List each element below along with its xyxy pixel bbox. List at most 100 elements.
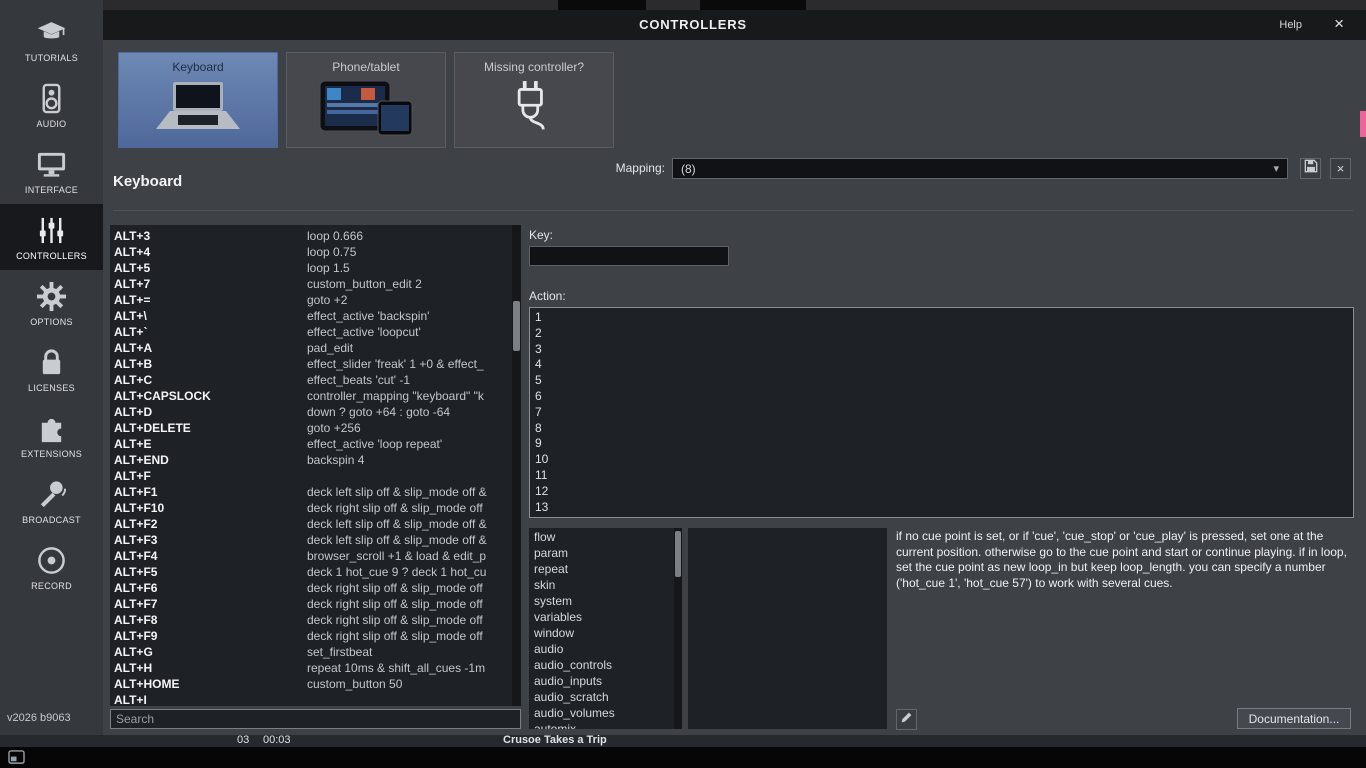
shortcut-row[interactable]: ALT+Ceffect_beats 'cut' -1 bbox=[110, 372, 512, 388]
shortcut-key: ALT+F bbox=[114, 468, 307, 484]
category-item[interactable]: system bbox=[529, 593, 674, 609]
shortcut-action: effect_active 'loopcut' bbox=[307, 325, 421, 339]
titlebar: CONTROLLERS Help × bbox=[103, 10, 1366, 40]
shortcut-row[interactable]: ALT+F1deck left slip off & slip_mode off… bbox=[110, 484, 512, 500]
category-item[interactable]: skin bbox=[529, 577, 674, 593]
shortcut-action: deck left slip off & slip_mode off & bbox=[307, 533, 487, 547]
shortcut-row[interactable]: ALT+DELETEgoto +256 bbox=[110, 420, 512, 436]
sidebar-item-label: BROADCAST bbox=[22, 515, 81, 525]
category-item[interactable]: variables bbox=[529, 609, 674, 625]
category-item[interactable]: audio_volumes bbox=[529, 705, 674, 721]
shortcut-row[interactable]: ALT+F8deck right slip off & slip_mode of… bbox=[110, 612, 512, 628]
category-item[interactable]: repeat bbox=[529, 561, 674, 577]
shortcut-row[interactable]: ALT+F4browser_scroll +1 & load & edit_p bbox=[110, 548, 512, 564]
shortcut-row[interactable]: ALT+=goto +2 bbox=[110, 292, 512, 308]
shortcut-row[interactable]: ALT+Gset_firstbeat bbox=[110, 644, 512, 660]
shortcut-row[interactable]: ALT+Hrepeat 10ms & shift_all_cues -1m bbox=[110, 660, 512, 676]
tab-missing-controller[interactable]: Missing controller? bbox=[454, 52, 614, 148]
sidebar-item-licenses[interactable]: LICENSES bbox=[0, 336, 103, 402]
action-label: Action: bbox=[529, 289, 566, 303]
shortcut-row[interactable]: ALT+ENDbackspin 4 bbox=[110, 452, 512, 468]
category-list-scrollbar[interactable] bbox=[674, 528, 682, 729]
shortcut-row[interactable]: ALT+3loop 0.666 bbox=[110, 228, 512, 244]
shortcut-row[interactable]: ALT+Eeffect_active 'loop repeat' bbox=[110, 436, 512, 452]
sidebar-item-record[interactable]: RECORD bbox=[0, 534, 103, 600]
tab-phone-tablet[interactable]: Phone/tablet bbox=[286, 52, 446, 148]
category-item[interactable]: audio_inputs bbox=[529, 673, 674, 689]
shortcut-row[interactable]: ALT+F6deck right slip off & slip_mode of… bbox=[110, 580, 512, 596]
shortcut-list-scrollbar[interactable] bbox=[512, 225, 521, 706]
scrollbar-thumb[interactable] bbox=[513, 301, 520, 351]
shortcut-key: ALT+B bbox=[114, 356, 307, 372]
shortcut-row[interactable]: ALT+\effect_active 'backspin' bbox=[110, 308, 512, 324]
section-title: Keyboard bbox=[113, 173, 182, 190]
sidebar-item-broadcast[interactable]: BROADCAST bbox=[0, 468, 103, 534]
track-time: 00:03 bbox=[263, 735, 291, 746]
shortcut-key: ALT+F2 bbox=[114, 516, 307, 532]
edit-action-button[interactable] bbox=[896, 709, 917, 730]
help-link[interactable]: Help bbox=[1279, 19, 1302, 31]
shortcut-row[interactable]: ALT+F bbox=[110, 468, 512, 484]
usb-plug-icon bbox=[455, 74, 613, 142]
shortcut-row[interactable]: ALT+`effect_active 'loopcut' bbox=[110, 324, 512, 340]
shortcut-row[interactable]: ALT+F3deck left slip off & slip_mode off… bbox=[110, 532, 512, 548]
sideview-toggle-icon[interactable] bbox=[6, 749, 26, 766]
shortcut-row[interactable]: ALT+CAPSLOCKcontroller_mapping "keyboard… bbox=[110, 388, 512, 404]
shortcut-action: repeat 10ms & shift_all_cues -1m bbox=[307, 661, 485, 675]
action-line-number: 1 bbox=[535, 310, 1348, 326]
track-title: Crusoe Takes a Trip bbox=[503, 735, 607, 746]
shortcut-row[interactable]: ALT+Apad_edit bbox=[110, 340, 512, 356]
shortcut-row[interactable]: ALT+7custom_button_edit 2 bbox=[110, 276, 512, 292]
category-item[interactable]: param bbox=[529, 545, 674, 561]
category-item[interactable]: automix bbox=[529, 721, 674, 729]
shortcut-action: backspin 4 bbox=[307, 453, 364, 467]
shortcut-row[interactable]: ALT+Ddown ? goto +64 : goto -64 bbox=[110, 404, 512, 420]
category-item[interactable]: audio_scratch bbox=[529, 689, 674, 705]
shortcut-action: goto +2 bbox=[307, 293, 347, 307]
shortcut-key: ALT+F8 bbox=[114, 612, 307, 628]
scrollbar-thumb[interactable] bbox=[675, 531, 681, 577]
action-line-number: 3 bbox=[535, 342, 1348, 358]
shortcut-action: effect_active 'backspin' bbox=[307, 309, 429, 323]
sidebar-item-tutorials[interactable]: TUTORIALS bbox=[0, 6, 103, 72]
shortcut-row[interactable]: ALT+F10deck right slip off & slip_mode o… bbox=[110, 500, 512, 516]
shortcut-row[interactable]: ALT+F9deck right slip off & slip_mode of… bbox=[110, 628, 512, 644]
shortcut-list: ALT+3loop 0.666ALT+4loop 0.75ALT+5loop 1… bbox=[110, 225, 521, 706]
save-mapping-button[interactable] bbox=[1300, 158, 1321, 179]
key-input[interactable] bbox=[529, 246, 729, 266]
shortcut-key: ALT+F1 bbox=[114, 484, 307, 500]
sidebar-item-controllers[interactable]: CONTROLLERS bbox=[0, 204, 103, 270]
sidebar-item-options[interactable]: OPTIONS bbox=[0, 270, 103, 336]
sidebar-item-label: EXTENSIONS bbox=[21, 449, 82, 459]
shortcut-key: ALT+5 bbox=[114, 260, 307, 276]
shortcut-row[interactable]: ALT+4loop 0.75 bbox=[110, 244, 512, 260]
search-input[interactable] bbox=[110, 709, 521, 729]
action-editor[interactable]: 12345678910111213 bbox=[529, 307, 1354, 518]
puzzle-icon bbox=[35, 412, 69, 446]
documentation-button[interactable]: Documentation... bbox=[1237, 708, 1351, 729]
shortcut-key: ALT+` bbox=[114, 324, 307, 340]
category-item[interactable]: audio bbox=[529, 641, 674, 657]
close-icon[interactable]: × bbox=[1334, 14, 1344, 34]
tab-keyboard[interactable]: Keyboard bbox=[118, 52, 278, 148]
action-line-number: 11 bbox=[535, 468, 1348, 484]
sidebar-item-audio[interactable]: AUDIO bbox=[0, 72, 103, 138]
sidebar-item-interface[interactable]: INTERFACE bbox=[0, 138, 103, 204]
shortcut-row[interactable]: ALT+HOMEcustom_button 50 bbox=[110, 676, 512, 692]
delete-mapping-button[interactable]: × bbox=[1330, 158, 1351, 179]
action-line-number: 10 bbox=[535, 452, 1348, 468]
shortcut-row[interactable]: ALT+F2deck left slip off & slip_mode off… bbox=[110, 516, 512, 532]
shortcut-row[interactable]: ALT+F5deck 1 hot_cue 9 ? deck 1 hot_cu bbox=[110, 564, 512, 580]
action-sublist bbox=[688, 528, 887, 729]
category-item[interactable]: flow bbox=[529, 529, 674, 545]
shortcut-row[interactable]: ALT+F7deck right slip off & slip_mode of… bbox=[110, 596, 512, 612]
sidebar-item-extensions[interactable]: EXTENSIONS bbox=[0, 402, 103, 468]
shortcut-row[interactable]: ALT+5loop 1.5 bbox=[110, 260, 512, 276]
mapping-dropdown[interactable]: (8) ▾ bbox=[672, 158, 1288, 179]
shortcut-row[interactable]: ALT+I bbox=[110, 692, 512, 706]
shortcut-row[interactable]: ALT+Beffect_slider 'freak' 1 +0 & effect… bbox=[110, 356, 512, 372]
close-icon: × bbox=[1337, 161, 1345, 176]
category-item[interactable]: window bbox=[529, 625, 674, 641]
shortcut-action: effect_active 'loop repeat' bbox=[307, 437, 442, 451]
category-item[interactable]: audio_controls bbox=[529, 657, 674, 673]
